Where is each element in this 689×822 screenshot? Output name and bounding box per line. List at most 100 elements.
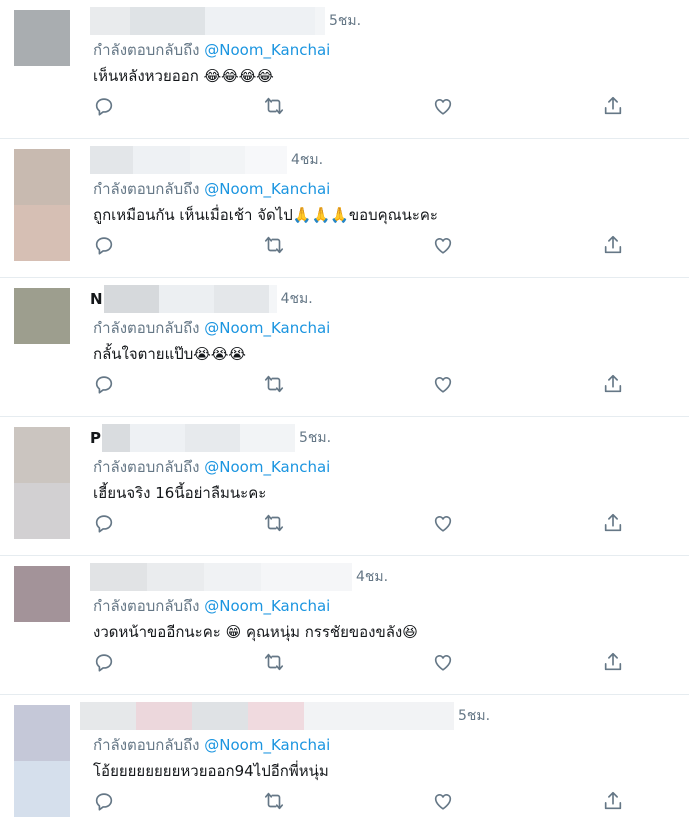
- tweet-actions: [93, 234, 633, 258]
- reply-button[interactable]: [93, 234, 117, 258]
- like-icon: [434, 238, 452, 254]
- tweet-timestamp[interactable]: 4ชม.: [356, 566, 388, 588]
- share-button[interactable]: [602, 373, 626, 397]
- reply-tweet[interactable]: 4ชม. กำลังตอบกลับถึง @Noom_Kanchai งวดหน…: [0, 556, 689, 695]
- redacted-handle: [315, 7, 325, 35]
- reply-icon: [95, 515, 113, 533]
- tweet-actions: [93, 790, 633, 814]
- reply-prefix: กำลังตอบกลับถึง: [93, 41, 200, 59]
- like-button[interactable]: [432, 234, 456, 258]
- share-icon: [604, 791, 622, 810]
- tweet-timestamp[interactable]: 5ชม.: [329, 10, 361, 32]
- reply-button[interactable]: [93, 95, 117, 119]
- reply-button[interactable]: [93, 790, 117, 814]
- redacted-handle: [192, 702, 248, 730]
- tweet-timestamp[interactable]: 4ชม.: [281, 288, 313, 310]
- reply-icon: [95, 654, 113, 672]
- retweet-button[interactable]: [263, 373, 287, 397]
- like-button[interactable]: [432, 790, 456, 814]
- redacted-handle: [245, 146, 287, 174]
- mention-link[interactable]: @Noom_Kanchai: [204, 458, 330, 476]
- redacted-name: [103, 285, 159, 313]
- display-name-initial[interactable]: P: [90, 429, 101, 447]
- avatar[interactable]: [14, 566, 70, 678]
- share-button[interactable]: [602, 651, 626, 675]
- like-button[interactable]: [432, 651, 456, 675]
- reply-prefix: กำลังตอบกลับถึง: [93, 319, 200, 337]
- tweet-header: 4ชม.: [90, 146, 323, 174]
- mention-link[interactable]: @Noom_Kanchai: [204, 180, 330, 198]
- tweet-text: เห็นหลังหวยออก 😂😂😂😂: [93, 67, 274, 85]
- reply-icon: [95, 793, 113, 811]
- avatar[interactable]: [14, 288, 70, 400]
- redacted-handle: [304, 702, 454, 730]
- redacted-handle: [190, 146, 245, 174]
- redacted-name: [136, 702, 192, 730]
- mention-link[interactable]: @Noom_Kanchai: [204, 736, 330, 754]
- redacted-name: [147, 563, 204, 591]
- tweet-text: โอ้ยยยยยยยยหวยออก94ไปอีกพี่หนุ่ม: [93, 762, 329, 780]
- tweet-timestamp[interactable]: 5ชม.: [299, 427, 331, 449]
- retweet-icon: [264, 792, 284, 810]
- tweet-text: งวดหน้าขออีกนะคะ 😁 คุณหนุ่ม กรรชัยของขลั…: [93, 623, 418, 641]
- retweet-button[interactable]: [263, 790, 287, 814]
- share-icon: [604, 235, 622, 254]
- reply-to-line: กำลังตอบกลับถึง @Noom_Kanchai: [93, 733, 330, 757]
- reply-tweet[interactable]: 5ชม. กำลังตอบกลับถึง @Noom_Kanchai โอ้ยย…: [0, 695, 689, 822]
- reply-tweet[interactable]: N 4ชม. กำลังตอบกลับถึง @Noom_Kanchai กลั…: [0, 278, 689, 417]
- redacted-name: [80, 702, 136, 730]
- tweet-timestamp[interactable]: 5ชม.: [458, 705, 490, 727]
- tweet-header: P 5ชม.: [90, 424, 331, 452]
- reply-icon: [95, 98, 113, 116]
- retweet-icon: [264, 653, 284, 671]
- reply-button[interactable]: [93, 512, 117, 536]
- share-button[interactable]: [602, 95, 626, 119]
- redacted-handle: [240, 424, 295, 452]
- like-icon: [434, 794, 452, 810]
- tweet-text: กลั้นใจตายแป๊บ😭😭😭: [93, 345, 246, 363]
- retweet-icon: [264, 236, 284, 254]
- redacted-handle: [268, 285, 277, 313]
- redacted-handle: [248, 702, 304, 730]
- reply-feed: 5ชม. กำลังตอบกลับถึง @Noom_Kanchai เห็นห…: [0, 0, 689, 822]
- redacted-name: [130, 424, 185, 452]
- like-button[interactable]: [432, 373, 456, 397]
- display-name-initial[interactable]: N: [90, 290, 103, 308]
- tweet-header: N 4ชม.: [90, 285, 313, 313]
- retweet-button[interactable]: [263, 234, 287, 258]
- mention-link[interactable]: @Noom_Kanchai: [204, 41, 330, 59]
- share-icon: [604, 652, 622, 671]
- reply-prefix: กำลังตอบกลับถึง: [93, 597, 200, 615]
- mention-link[interactable]: @Noom_Kanchai: [204, 597, 330, 615]
- reply-tweet[interactable]: 4ชม. กำลังตอบกลับถึง @Noom_Kanchai ถูกเห…: [0, 139, 689, 278]
- reply-button[interactable]: [93, 651, 117, 675]
- avatar[interactable]: [14, 149, 70, 261]
- reply-tweet[interactable]: P 5ชม. กำลังตอบกลับถึง @Noom_Kanchai เฮี…: [0, 417, 689, 556]
- retweet-button[interactable]: [263, 95, 287, 119]
- like-button[interactable]: [432, 95, 456, 119]
- like-icon: [434, 516, 452, 532]
- reply-to-line: กำลังตอบกลับถึง @Noom_Kanchai: [93, 455, 330, 479]
- reply-tweet[interactable]: 5ชม. กำลังตอบกลับถึง @Noom_Kanchai เห็นห…: [0, 0, 689, 139]
- share-icon: [604, 96, 622, 115]
- tweet-timestamp[interactable]: 4ชม.: [291, 149, 323, 171]
- share-button[interactable]: [602, 512, 626, 536]
- reply-to-line: กำลังตอบกลับถึง @Noom_Kanchai: [93, 177, 330, 201]
- tweet-header: 4ชม.: [90, 563, 388, 591]
- redacted-name: [90, 563, 147, 591]
- avatar[interactable]: [14, 10, 70, 122]
- avatar[interactable]: [14, 705, 70, 817]
- share-button[interactable]: [602, 234, 626, 258]
- like-button[interactable]: [432, 512, 456, 536]
- tweet-actions: [93, 512, 633, 536]
- mention-link[interactable]: @Noom_Kanchai: [204, 319, 330, 337]
- retweet-button[interactable]: [263, 651, 287, 675]
- reply-prefix: กำลังตอบกลับถึง: [93, 736, 200, 754]
- reply-icon: [95, 376, 113, 394]
- tweet-actions: [93, 373, 633, 397]
- reply-button[interactable]: [93, 373, 117, 397]
- avatar[interactable]: [14, 427, 70, 539]
- share-button[interactable]: [602, 790, 626, 814]
- reply-icon: [95, 237, 113, 255]
- retweet-button[interactable]: [263, 512, 287, 536]
